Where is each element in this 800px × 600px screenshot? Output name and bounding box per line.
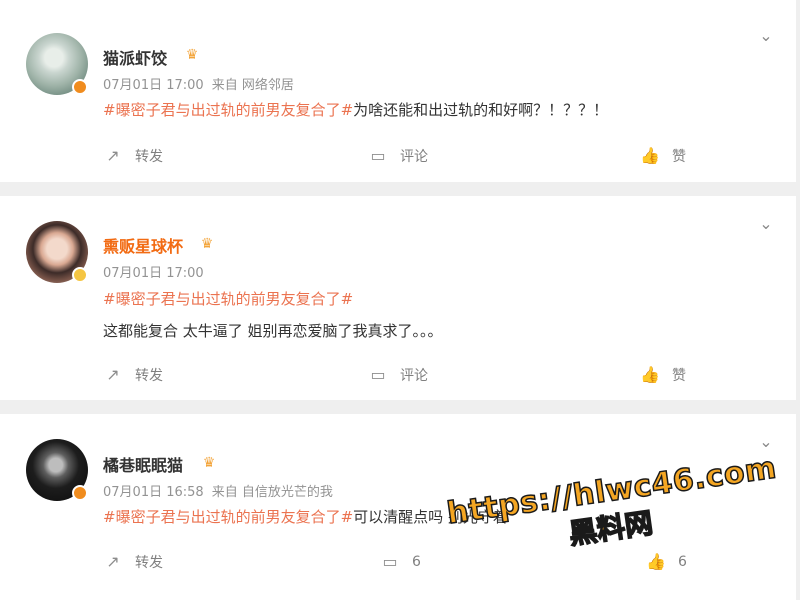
- author-name[interactable]: 熏贩星球杯: [103, 233, 183, 257]
- action-bar: ↗ 转发 ▭ 评论 👍 赞: [0, 359, 796, 391]
- post-date[interactable]: 07月01日 16:58: [103, 485, 204, 500]
- weibo-comment-feed: 猫派虾饺 ♛ 07月01日 17:00 来自 网络邻居 #曝密子君与出过轨的前男友…: [0, 0, 800, 600]
- verified-badge-icon: [72, 79, 88, 95]
- crown-icon: ♛: [185, 47, 199, 63]
- post-meta: 07月01日 17:00: [103, 262, 212, 281]
- like-button[interactable]: 👍 6: [646, 546, 687, 578]
- post-date[interactable]: 07月01日 17:00: [103, 266, 204, 281]
- post-meta: 07月01日 16:58 来自 自信放光芒的我: [103, 481, 341, 500]
- topic-link[interactable]: #曝密子君与出过轨的前男友复合了#: [103, 508, 353, 526]
- share-button[interactable]: ↗ 转发: [103, 359, 163, 391]
- post-card: 猫派虾饺 ♛ 07月01日 17:00 来自 网络邻居 #曝密子君与出过轨的前男友…: [0, 0, 796, 182]
- author-name[interactable]: 橘巷眠眠猫: [103, 452, 183, 476]
- post-text: 这都能复合 太牛逼了 姐别再恋爱脑了我真求了。。。: [103, 322, 443, 340]
- crown-icon: ♛: [200, 236, 214, 252]
- avatar[interactable]: [26, 221, 88, 283]
- post-card: 熏贩星球杯 ♛ 07月01日 17:00 #曝密子君与出过轨的前男友复合了# 这…: [0, 196, 796, 400]
- topic-link[interactable]: #曝密子君与出过轨的前男友复合了#: [103, 290, 353, 308]
- share-label: 转发: [135, 555, 163, 571]
- post-content: #曝密子君与出过轨的前男友复合了#可以清醒点吗 别光守着: [103, 506, 508, 527]
- chevron-down-icon[interactable]: ⌄: [758, 216, 774, 232]
- topic-link[interactable]: #曝密子君与出过轨的前男友复合了#: [103, 101, 353, 119]
- post-topic-line: #曝密子君与出过轨的前男友复合了#: [103, 288, 353, 309]
- like-button[interactable]: 👍 赞: [640, 140, 686, 172]
- post-meta: 07月01日 17:00 来自 网络邻居: [103, 74, 302, 93]
- post-content: #曝密子君与出过轨的前男友复合了#为啥还能和出过轨的和好啊？！？？！: [103, 99, 608, 120]
- comment-icon: ▭: [382, 552, 398, 571]
- share-button[interactable]: ↗ 转发: [103, 140, 163, 172]
- like-label: 赞: [672, 149, 686, 165]
- share-button[interactable]: ↗ 转发: [103, 546, 163, 578]
- author-name[interactable]: 猫派虾饺: [103, 45, 167, 69]
- comment-button[interactable]: ▭ 评论: [368, 140, 428, 172]
- verified-badge-icon: [72, 485, 88, 501]
- share-icon: ↗: [106, 365, 120, 384]
- chevron-down-icon[interactable]: ⌄: [758, 28, 774, 44]
- share-label: 转发: [135, 149, 163, 165]
- comment-button[interactable]: ▭ 6: [380, 546, 421, 578]
- share-label: 转发: [135, 368, 163, 384]
- share-icon: ↗: [106, 146, 120, 165]
- comment-icon: ▭: [370, 365, 386, 384]
- post-text: 可以清醒点吗 别光守着: [353, 508, 508, 526]
- thumbs-up-icon: 👍: [646, 552, 666, 571]
- verified-badge-icon: [72, 267, 88, 283]
- thumbs-up-icon: 👍: [640, 146, 660, 165]
- chevron-down-icon[interactable]: ⌄: [758, 434, 774, 450]
- comment-icon: ▭: [370, 146, 386, 165]
- share-icon: ↗: [106, 552, 120, 571]
- like-label: 赞: [672, 368, 686, 384]
- comment-button[interactable]: ▭ 评论: [368, 359, 428, 391]
- crown-icon: ♛: [202, 455, 216, 471]
- like-button[interactable]: 👍 赞: [640, 359, 686, 391]
- avatar[interactable]: [26, 33, 88, 95]
- post-card: 橘巷眠眠猫 ♛ 07月01日 16:58 来自 自信放光芒的我 #曝密子君与出过轨…: [0, 414, 796, 600]
- comment-label: 评论: [400, 149, 428, 165]
- like-count: 6: [678, 554, 687, 570]
- post-text: 为啥还能和出过轨的和好啊？！？？！: [353, 101, 609, 119]
- post-date[interactable]: 07月01日 17:00: [103, 78, 204, 93]
- comment-count: 6: [412, 554, 421, 570]
- post-source: 来自 自信放光芒的我: [211, 485, 333, 500]
- thumbs-up-icon: 👍: [640, 365, 660, 384]
- comment-label: 评论: [400, 368, 428, 384]
- post-source: 来自 网络邻居: [211, 78, 294, 93]
- avatar[interactable]: [26, 439, 88, 501]
- action-bar: ↗ 转发 ▭ 评论 👍 赞: [0, 140, 796, 172]
- action-bar: ↗ 转发 ▭ 6 👍 6: [0, 546, 796, 578]
